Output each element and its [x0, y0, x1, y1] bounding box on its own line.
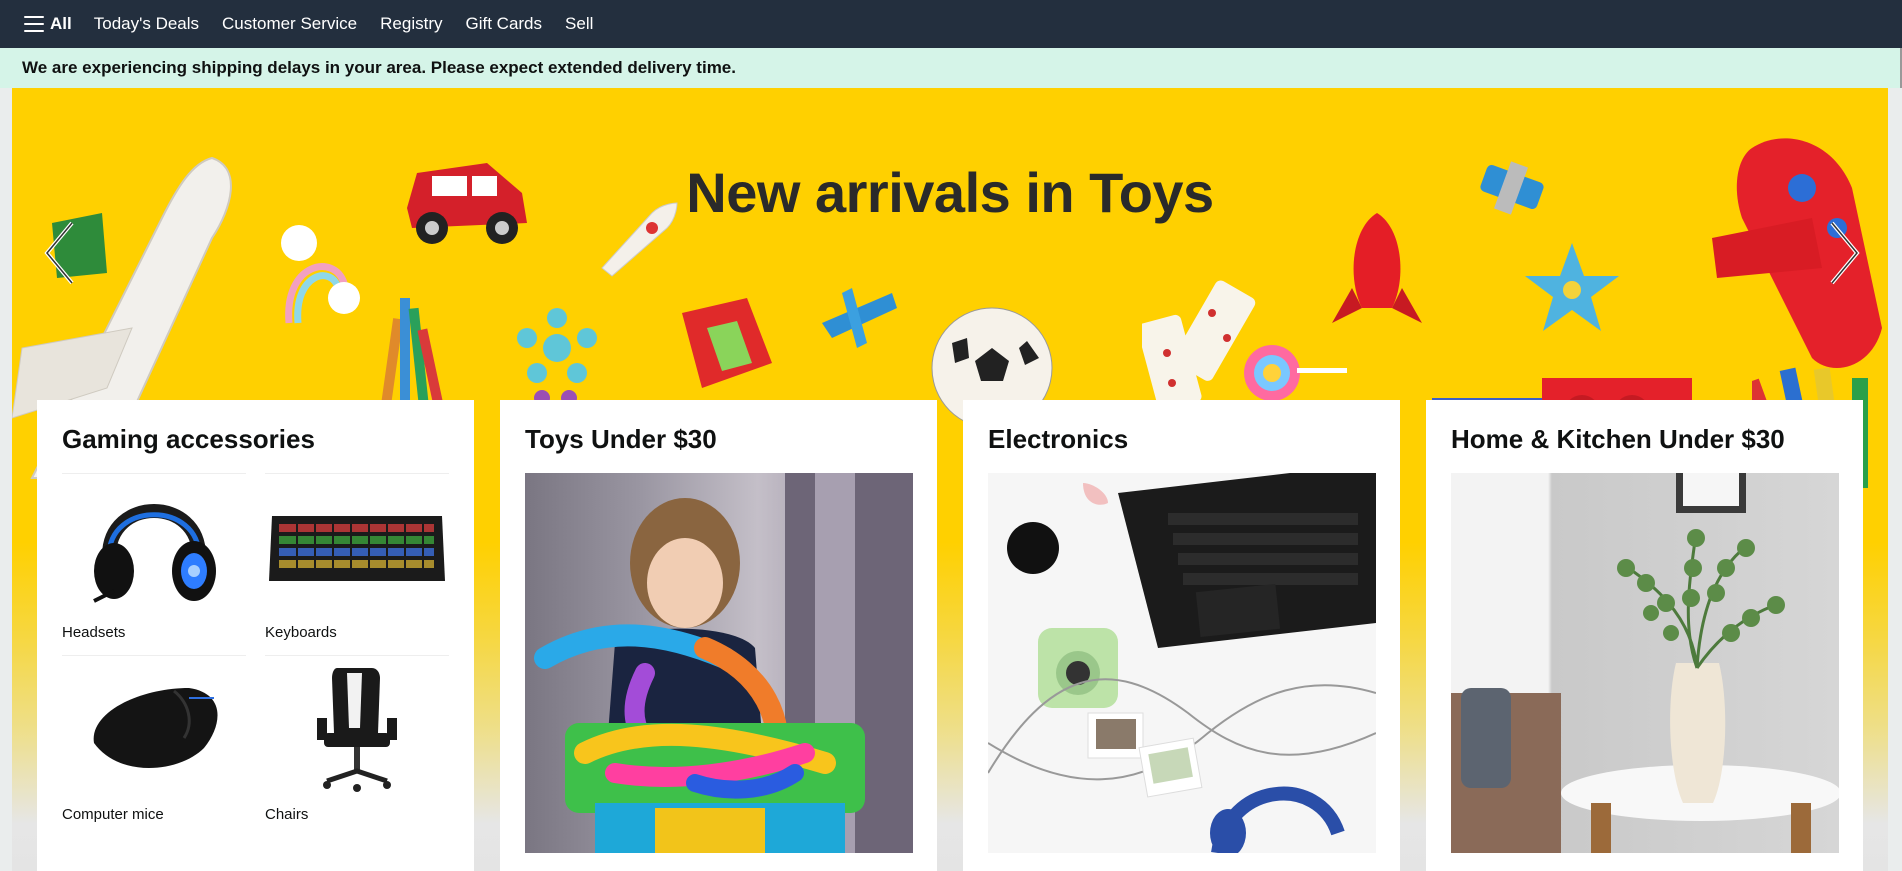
hamburger-menu-icon [24, 16, 44, 32]
toy-flower-blocks-image [517, 308, 597, 406]
quad-item-computer-mice[interactable]: Computer mice [62, 655, 246, 823]
card-title[interactable]: Home & Kitchen Under $30 [1451, 424, 1838, 455]
child-playing-with-tubes-image[interactable] [525, 473, 913, 853]
all-menu-button[interactable]: All [24, 14, 72, 34]
chevron-right-icon [1830, 221, 1860, 285]
toy-plane-blue-image [822, 288, 897, 348]
card-title[interactable]: Gaming accessories [62, 424, 449, 455]
card-electronics: Electronics [963, 400, 1400, 871]
shipping-delay-alert: We are experiencing shipping delays in y… [0, 48, 1902, 88]
toy-red-rocket-image [1332, 213, 1422, 323]
laptop-camera-headphones-image[interactable] [988, 473, 1376, 853]
all-menu-label: All [50, 14, 72, 33]
quad-item-label: Computer mice [62, 806, 164, 823]
quad-item-label: Chairs [265, 806, 309, 823]
alert-message: We are experiencing shipping delays in y… [22, 58, 736, 77]
card-gaming-accessories: Gaming accessories Headsets Keyboards Co… [37, 400, 474, 871]
nav-link-sell[interactable]: Sell [565, 14, 593, 34]
nav-link-todays-deals[interactable]: Today's Deals [94, 14, 199, 34]
quad-item-label: Headsets [62, 624, 126, 641]
card-home-kitchen-under-30: Home & Kitchen Under $30 [1426, 400, 1863, 871]
carousel-next-button[interactable] [1822, 218, 1862, 288]
quad-item-chairs[interactable]: Chairs [265, 655, 449, 823]
keyboard-image [265, 473, 449, 618]
headset-image [62, 473, 246, 618]
quad-item-label: Keyboards [265, 624, 337, 641]
toy-rainbow-image [281, 225, 360, 324]
toy-blue-star-image [1525, 243, 1619, 331]
chair-image [265, 655, 449, 800]
nav-link-gift-cards[interactable]: Gift Cards [466, 14, 543, 34]
nav-link-registry[interactable]: Registry [380, 14, 442, 34]
card-title[interactable]: Toys Under $30 [525, 424, 912, 455]
quad-item-keyboards[interactable]: Keyboards [265, 473, 449, 641]
toy-number-block-image [682, 298, 772, 388]
card-toys-under-30: Toys Under $30 [500, 400, 937, 871]
plant-vase-table-image[interactable] [1451, 473, 1839, 853]
carousel-prev-button[interactable] [42, 218, 82, 288]
mouse-image [62, 655, 246, 800]
nav-link-customer-service[interactable]: Customer Service [222, 14, 357, 34]
hero-title: New arrivals in Toys [686, 161, 1214, 224]
card-title[interactable]: Electronics [988, 424, 1375, 455]
chevron-left-icon [44, 221, 74, 285]
sub-navigation-bar: All Today's Deals Customer Service Regis… [0, 0, 1902, 48]
hero-carousel[interactable]: New arrivals in Toys Gaming accessories [12, 88, 1888, 871]
quad-item-headsets[interactable]: Headsets [62, 473, 246, 641]
toy-lollipop-image [1244, 345, 1347, 401]
quad-grid: Headsets Keyboards Computer mice Chairs [62, 473, 449, 823]
